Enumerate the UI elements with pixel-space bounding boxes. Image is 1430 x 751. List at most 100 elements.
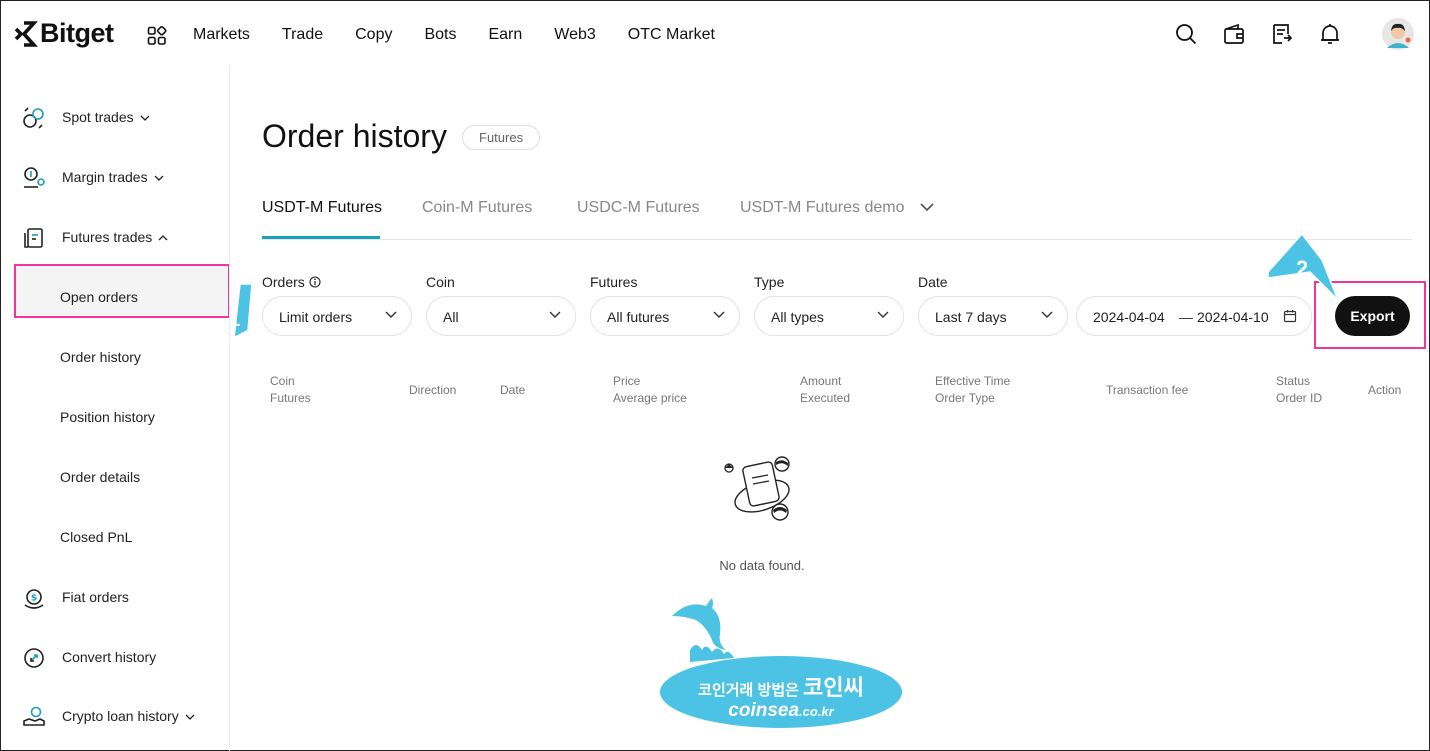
nav-bots[interactable]: Bots (424, 26, 456, 44)
nav-copy[interactable]: Copy (355, 26, 392, 44)
sidebar-item-order-details[interactable]: Order details (0, 457, 230, 497)
top-nav: Bitget Markets Trade Copy Bots Earn Web3… (0, 0, 1430, 70)
watermark-slogan: 코인거래 방법은 코인씨 (698, 675, 864, 700)
sidebar-item-fiat-orders[interactable]: $ Fiat orders (0, 577, 230, 617)
sidebar-item-label: Futures trades (62, 229, 168, 245)
date-filter-label: Date (918, 274, 948, 290)
step-2-label: 2 (1296, 256, 1309, 281)
column-header-status: Status Order ID (1276, 374, 1323, 405)
futures-tabs: USDT-M Futures Coin-M Futures USDC-M Fut… (262, 196, 1412, 240)
sidebar-item-open-orders[interactable]: Open orders (0, 277, 230, 317)
type-select[interactable]: All types (754, 296, 904, 336)
futures-select-value: All futures (607, 309, 670, 325)
margin-trades-icon (24, 167, 45, 188)
column-header-action: Action (1368, 383, 1402, 397)
chevron-down-icon (154, 175, 164, 182)
type-select-value: All types (771, 309, 824, 325)
sidebar-item-label: Order details (60, 469, 141, 485)
sidebar-item-futures-trades[interactable]: Futures trades (0, 217, 230, 257)
futures-badge: Futures (462, 125, 541, 150)
nav-web3[interactable]: Web3 (554, 26, 596, 44)
sidebar-item-label: Crypto loan history (62, 708, 195, 724)
coin-select[interactable]: All (426, 296, 576, 336)
sidebar-item-spot-trades[interactable]: Spot trades (0, 97, 230, 137)
empty-state-text: No data found. (719, 558, 805, 573)
date-range-start[interactable]: 2024-04-04 (1093, 309, 1165, 325)
svg-text:$: $ (31, 594, 37, 604)
column-header-direction: Direction (409, 383, 457, 397)
step-1-arrow-icon (209, 283, 277, 351)
empty-state-icon (724, 456, 790, 521)
chevron-down-icon (140, 115, 150, 122)
orders-select-value: Limit orders (279, 309, 353, 325)
sidebar-item-label: Position history (60, 409, 155, 425)
date-select[interactable]: Last 7 days (918, 296, 1068, 336)
sidebar-item-label: Spot trades (62, 109, 150, 125)
bitget-mark-icon (14, 20, 38, 47)
brand-name: Bitget (40, 18, 114, 48)
dolphin-icon (672, 598, 734, 662)
chevron-down-icon (385, 311, 397, 318)
sidebar-item-convert-history[interactable]: Convert history (0, 637, 230, 677)
sidebar-item-crypto-loan-history[interactable]: Crypto loan history (0, 696, 230, 736)
column-header-date: Date (500, 383, 526, 397)
sidebar-item-position-history[interactable]: Position history (0, 397, 230, 437)
futures-select[interactable]: All futures (590, 296, 740, 336)
crypto-loan-icon (23, 706, 45, 726)
chevron-down-icon (877, 311, 889, 318)
chevron-down-icon[interactable] (920, 203, 934, 212)
sidebar-item-label: Open orders (60, 289, 138, 305)
sidebar-item-order-history[interactable]: Order history (0, 337, 230, 377)
chevron-down-icon (1041, 311, 1053, 318)
convert-history-icon (24, 648, 44, 668)
futures-trades-icon (24, 228, 43, 248)
orders-select[interactable]: Limit orders (262, 296, 412, 336)
column-header-coin: Coin Futures (270, 374, 311, 405)
nav-trade[interactable]: Trade (282, 26, 323, 44)
sidebar-item-label: Margin trades (62, 169, 164, 185)
date-select-value: Last 7 days (935, 309, 1007, 325)
date-range-end[interactable]: 2024-04-10 (1197, 309, 1269, 325)
chevron-down-icon (185, 714, 195, 721)
bitget-logo[interactable]: Bitget (14, 18, 114, 49)
chevron-up-icon (158, 235, 168, 241)
fiat-orders-icon: $ (24, 589, 44, 609)
sidebar-item-closed-pnl[interactable]: Closed PnL (0, 517, 230, 557)
active-tab-indicator (262, 236, 380, 239)
column-header-amount: Amount Executed (800, 374, 851, 405)
sidebar-item-label: Convert history (62, 649, 157, 665)
page-title: Order history (262, 118, 447, 154)
nav-markets[interactable]: Markets (193, 26, 250, 44)
tab-usdc-m-futures[interactable]: USDC-M Futures (577, 199, 700, 217)
info-icon[interactable] (309, 276, 321, 288)
spot-trades-icon (23, 107, 44, 129)
avatar[interactable] (1382, 18, 1414, 50)
chevron-down-icon (549, 311, 561, 318)
nav-earn[interactable]: Earn (488, 26, 522, 44)
date-range-separator: — (1179, 309, 1193, 325)
sidebar-item-label: Fiat orders (62, 589, 129, 605)
column-header-effective-time: Effective Time Order Type (935, 374, 1011, 405)
orders-list-icon[interactable] (1270, 22, 1294, 46)
apps-grid-icon[interactable] (147, 26, 167, 46)
futures-filter-label: Futures (590, 274, 638, 290)
coin-select-value: All (443, 309, 459, 325)
column-header-price: Price Average price (613, 374, 687, 405)
sidebar-item-label: Order history (60, 349, 141, 365)
nav-otc-market[interactable]: OTC Market (628, 26, 715, 44)
search-icon[interactable] (1174, 22, 1198, 46)
tab-coin-m-futures[interactable]: Coin-M Futures (422, 199, 532, 217)
type-filter-label: Type (754, 274, 785, 290)
wallet-icon[interactable] (1222, 22, 1246, 46)
watermark-domain: coinsea.co.kr (728, 700, 834, 721)
nav-links: Markets Trade Copy Bots Earn Web3 OTC Ma… (193, 26, 747, 44)
tab-usdt-m-futures-demo[interactable]: USDT-M Futures demo (740, 199, 904, 217)
chevron-down-icon (713, 311, 725, 318)
bell-icon[interactable] (1318, 22, 1342, 46)
column-header-transaction-fee: Transaction fee (1106, 383, 1189, 397)
tab-usdt-m-futures[interactable]: USDT-M Futures (262, 199, 382, 217)
coin-filter-label: Coin (426, 274, 455, 290)
export-button[interactable]: Export (1335, 296, 1410, 336)
sidebar-item-margin-trades[interactable]: Margin trades (0, 157, 230, 197)
calendar-icon (1283, 310, 1297, 323)
